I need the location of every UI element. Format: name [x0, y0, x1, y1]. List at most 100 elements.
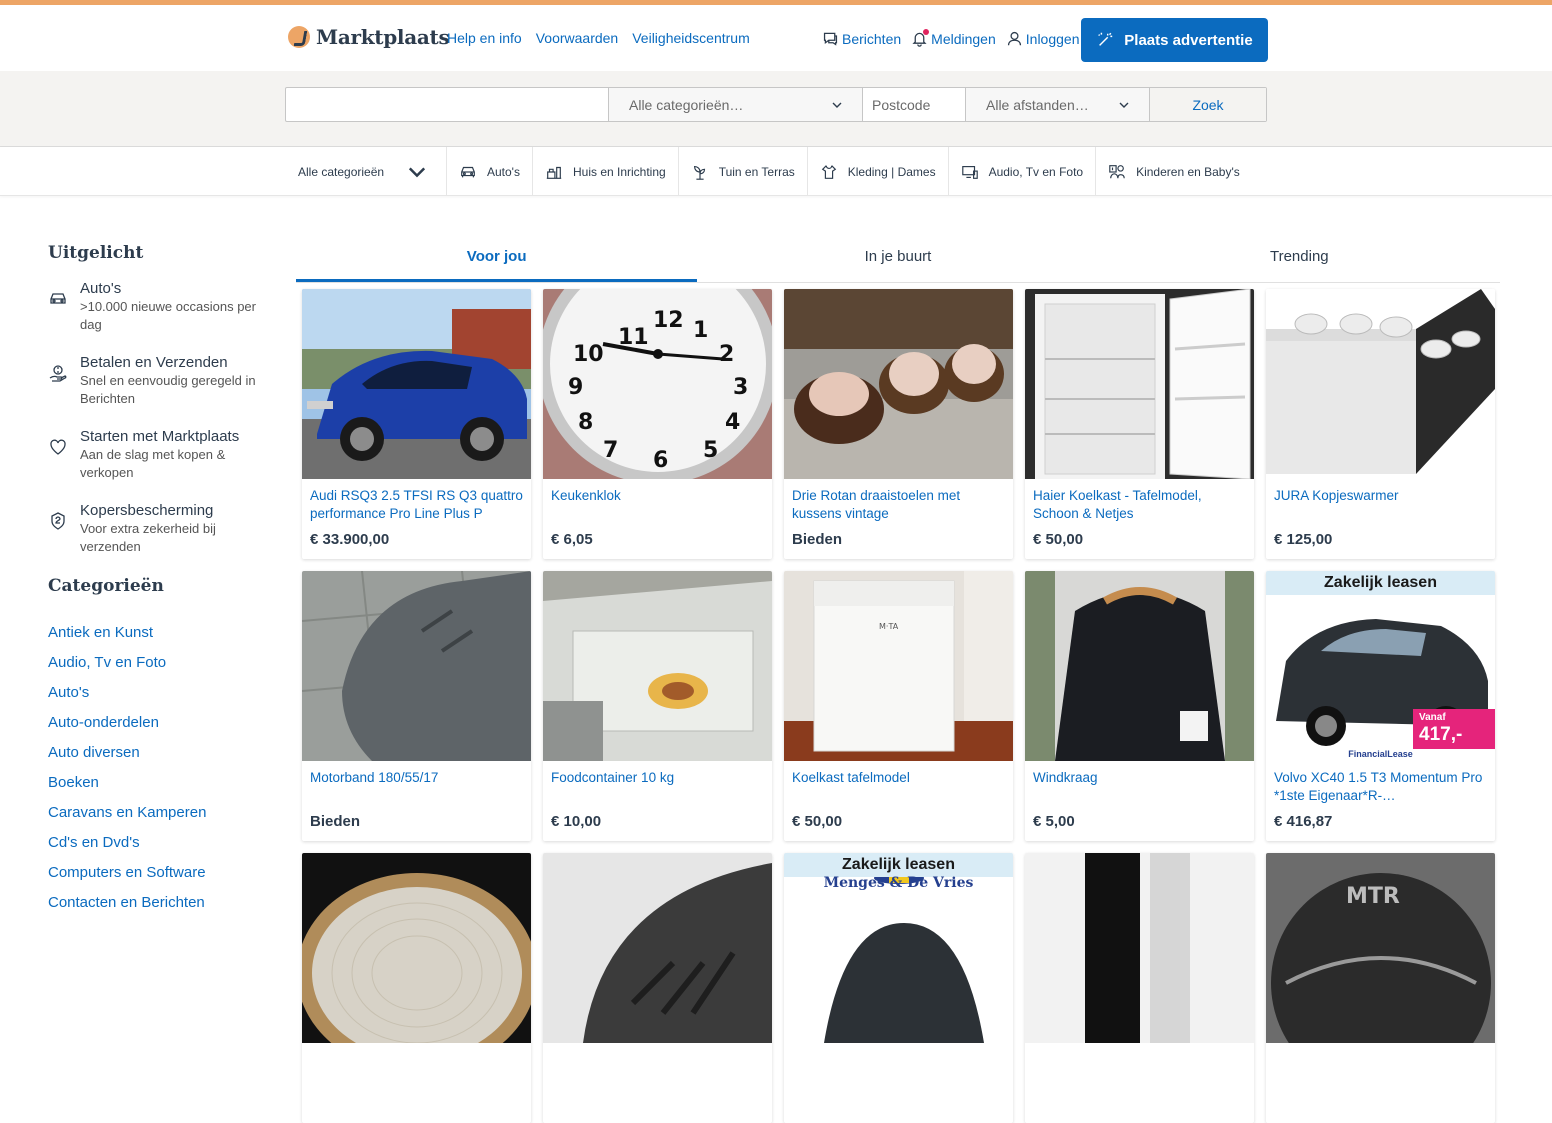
listing-title[interactable]: Foodcontainer 10 kg	[551, 769, 766, 787]
listing-grid: Audi RSQ3 2.5 TFSI RS Q3 quattro perform…	[302, 289, 1495, 1123]
category-tab-home[interactable]: Huis en Inrichting	[533, 147, 679, 196]
listing-card[interactable]: MTR	[1266, 853, 1495, 1123]
featured-payment[interactable]: Betalen en Verzenden Snel en eenvoudig ge…	[48, 354, 268, 408]
chevron-down-icon	[1119, 102, 1129, 108]
listing-title[interactable]: Haier Koelkast - Tafelmodel, Schoon & Ne…	[1033, 487, 1248, 523]
listing-card[interactable]: Audi RSQ3 2.5 TFSI RS Q3 quattro perform…	[302, 289, 531, 559]
listing-image[interactable]: MTR	[1266, 853, 1495, 1043]
help-link[interactable]: Help en info	[447, 30, 522, 46]
listing-title[interactable]: Motorband 180/55/17	[310, 769, 525, 787]
listing-price: € 6,05	[551, 531, 593, 548]
payment-icon	[49, 365, 67, 382]
place-ad-button[interactable]: Plaats advertentie	[1081, 18, 1268, 62]
listing-image[interactable]: Zakelijk leasen Menges & De Vries	[784, 853, 1013, 1043]
category-link[interactable]: Contacten en Berichten	[48, 888, 268, 918]
category-tab-garden[interactable]: Tuin en Terras	[679, 147, 808, 196]
lease-badge: Zakelijk leasen	[1266, 571, 1495, 595]
safety-link[interactable]: Veiligheidscentrum	[632, 30, 750, 46]
featured-buyer-protection[interactable]: Kopersbescherming Voor extra zekerheid bi…	[48, 502, 268, 556]
category-link[interactable]: Caravans en Kamperen	[48, 798, 268, 828]
category-link[interactable]: Antiek en Kunst	[48, 618, 268, 648]
messages-link[interactable]: Berichten	[822, 30, 901, 47]
search-input[interactable]	[286, 88, 609, 121]
listing-title[interactable]: Audi RSQ3 2.5 TFSI RS Q3 quattro perform…	[310, 487, 525, 523]
listing-price: € 125,00	[1274, 531, 1333, 548]
category-link[interactable]: Auto's	[48, 678, 268, 708]
category-bar: Alle categorieën Auto's Huis en Inrichti…	[0, 147, 1552, 196]
notifications-link[interactable]: Meldingen	[911, 29, 996, 47]
listing-image[interactable]	[784, 289, 1013, 479]
distance-select[interactable]: Alle afstanden…	[966, 88, 1150, 121]
listing-image[interactable]: M·TA	[784, 571, 1013, 761]
logo-mark-icon	[288, 26, 310, 48]
search-button[interactable]: Zoek	[1150, 88, 1266, 121]
top-links: Help en info Voorwaarden Veiligheidscent…	[447, 30, 750, 46]
listing-image[interactable]	[302, 853, 531, 1043]
search-bar: Alle categorieën… Postcode Alle afstande…	[285, 87, 1267, 122]
category-link[interactable]: Auto-onderdelen	[48, 708, 268, 738]
listing-title[interactable]: Keukenklok	[551, 487, 766, 505]
category-tab-kids[interactable]: Kinderen en Baby's	[1096, 147, 1252, 196]
featured-getting-started[interactable]: Starten met Marktplaats Aan de slag met k…	[48, 428, 268, 482]
listing-title[interactable]: Windkraag	[1033, 769, 1248, 787]
listing-card[interactable]: 11 12 1 2 3 4 5 6 7 8 9 10 Keukenklok € 6,05	[543, 289, 772, 559]
listing-title[interactable]: Volvo XC40 1.5 T3 Momentum Pro *1ste Eig…	[1274, 769, 1489, 805]
listing-image[interactable]	[1025, 289, 1254, 479]
listing-card[interactable]	[1025, 853, 1254, 1123]
category-tab-cars[interactable]: Auto's	[447, 147, 533, 196]
lease-footer: FinancialLease	[1348, 749, 1413, 759]
category-tab-audio[interactable]: Audio, Tv en Foto	[949, 147, 1097, 196]
car-icon	[461, 166, 475, 177]
listing-card[interactable]	[543, 853, 772, 1123]
tab-trending[interactable]: Trending	[1099, 233, 1500, 282]
listing-card[interactable]: JURA Kopjeswarmer € 125,00	[1266, 289, 1495, 559]
logo[interactable]: Marktplaats	[288, 25, 450, 49]
listing-title[interactable]: JURA Kopjeswarmer	[1274, 487, 1489, 505]
category-link[interactable]: Audio, Tv en Foto	[48, 648, 268, 678]
all-categories-dropdown[interactable]: Alle categorieën	[285, 147, 447, 196]
svg-text:3: 3	[733, 375, 748, 400]
category-link[interactable]: Computers en Software	[48, 858, 268, 888]
listing-card[interactable]: Haier Koelkast - Tafelmodel, Schoon & Ne…	[1025, 289, 1254, 559]
listing-card[interactable]: M·TA Koelkast tafelmodel € 50,00	[784, 571, 1013, 841]
category-link[interactable]: Cd's en Dvd's	[48, 828, 268, 858]
category-link[interactable]: Auto diversen	[48, 738, 268, 768]
listing-image[interactable]	[302, 289, 531, 479]
listing-image[interactable]	[543, 571, 772, 761]
listing-card[interactable]: Zakelijk leasen Menges & De Vries	[784, 853, 1013, 1123]
login-link[interactable]: Inloggen	[1006, 30, 1079, 47]
listing-title[interactable]: Drie Rotan draaistoelen met kussens vint…	[792, 487, 1007, 523]
listing-image[interactable]	[1025, 571, 1254, 761]
category-tab-clothing[interactable]: Kleding | Dames	[808, 147, 949, 196]
logo-text: Marktplaats	[316, 25, 450, 49]
terms-link[interactable]: Voorwaarden	[536, 30, 619, 46]
listing-card[interactable]: Foodcontainer 10 kg € 10,00	[543, 571, 772, 841]
tab-for-you[interactable]: Voor jou	[296, 233, 698, 282]
listing-image[interactable]: 11 12 1 2 3 4 5 6 7 8 9 10	[543, 289, 772, 479]
listing-image[interactable]	[1266, 289, 1495, 479]
featured-cars[interactable]: Auto's >10.000 nieuwe occasions per dag	[48, 280, 268, 334]
listing-card[interactable]: Windkraag € 5,00	[1025, 571, 1254, 841]
listing-title[interactable]: Koelkast tafelmodel	[792, 769, 1007, 787]
bell-icon-wrap	[911, 29, 930, 47]
clothing-icon	[821, 164, 836, 179]
postcode-input[interactable]: Postcode	[863, 88, 966, 121]
listing-card[interactable]: Motorband 180/55/17 Bieden	[302, 571, 531, 841]
lease-badge: Zakelijk leasen	[784, 853, 1013, 877]
listing-price: € 50,00	[1033, 531, 1084, 548]
magic-wand-icon	[1098, 32, 1113, 46]
category-select[interactable]: Alle categorieën…	[609, 88, 863, 121]
listing-card[interactable]	[302, 853, 531, 1123]
car-icon	[50, 293, 66, 304]
chat-icon	[823, 32, 838, 46]
listing-image[interactable]	[302, 571, 531, 761]
listing-card[interactable]: Zakelijk leasen Vanaf 417,- FinancialLease V…	[1266, 571, 1495, 841]
category-link[interactable]: Boeken	[48, 768, 268, 798]
listing-image[interactable]: Zakelijk leasen Vanaf 417,- FinancialLease	[1266, 571, 1495, 761]
category-list: Categorieën Antiek en Kunst Audio, Tv en…	[48, 576, 268, 918]
listing-card[interactable]: Drie Rotan draaistoelen met kussens vint…	[784, 289, 1013, 559]
tab-nearby[interactable]: In je buurt	[697, 233, 1098, 282]
listing-image[interactable]	[1025, 853, 1254, 1043]
home-icon	[546, 166, 562, 179]
listing-image[interactable]	[543, 853, 772, 1043]
